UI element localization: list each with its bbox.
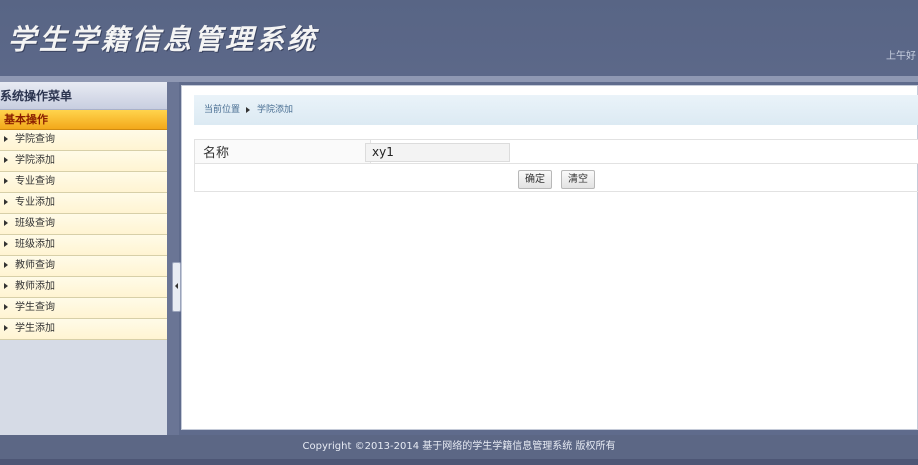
arrow-right-icon <box>4 178 8 184</box>
menu-item-college-add[interactable]: 学院添加 <box>0 151 167 172</box>
name-label: 名称 <box>194 139 371 164</box>
sidebar-splitter <box>167 82 179 435</box>
name-input[interactable] <box>365 142 510 162</box>
menu-item-student-query[interactable]: 学生查询 <box>0 298 167 319</box>
menu-group-basic[interactable]: 基本操作 <box>0 110 167 130</box>
bottom-strip <box>0 459 918 465</box>
college-form: 名称 确定 清空 <box>194 139 918 192</box>
breadcrumb-current: 学院添加 <box>257 105 294 115</box>
footer-copyright: Copyright ©2013-2014 基于网络的学生学籍信息管理系统 版权所… <box>0 435 918 459</box>
chevron-left-icon <box>175 283 178 289</box>
menu-list: 学院查询 学院添加 专业查询 专业添加 班级查询 班级添加 教师查询 教师添加 … <box>0 130 167 340</box>
menu-item-label: 教师添加 <box>15 281 55 292</box>
arrow-right-icon <box>4 157 8 163</box>
arrow-right-icon <box>246 106 251 113</box>
clear-button[interactable]: 清空 <box>561 169 596 189</box>
arrow-right-icon <box>4 241 8 247</box>
greeting-text: 上午好 <box>886 51 916 62</box>
arrow-right-icon <box>4 304 8 310</box>
main-panel: 当前位置 学院添加 名称 确定 清空 <box>181 85 918 430</box>
arrow-right-icon <box>4 325 8 331</box>
arrow-right-icon <box>4 136 8 142</box>
menu-item-label: 学院查询 <box>15 134 55 145</box>
sidebar-title: 系统操作菜单 <box>0 82 167 110</box>
menu-item-teacher-query[interactable]: 教师查询 <box>0 256 167 277</box>
menu-item-class-add[interactable]: 班级添加 <box>0 235 167 256</box>
menu-item-label: 学院添加 <box>15 155 55 166</box>
name-value-cell <box>365 139 918 164</box>
app-title: 学生学籍信息管理系统 <box>8 23 319 56</box>
sidebar: 系统操作菜单 基本操作 学院查询 学院添加 专业查询 专业添加 班级查询 班级添… <box>0 82 167 435</box>
arrow-right-icon <box>4 220 8 226</box>
menu-item-label: 教师查询 <box>15 260 55 271</box>
menu-item-major-add[interactable]: 专业添加 <box>0 193 167 214</box>
menu-item-label: 学生查询 <box>15 302 55 313</box>
app-header: 学生学籍信息管理系统 上午好 <box>0 0 918 76</box>
form-row-actions: 确定 清空 <box>194 163 918 192</box>
form-row-name: 名称 <box>194 139 918 164</box>
menu-item-student-add[interactable]: 学生添加 <box>0 319 167 340</box>
menu-item-label: 专业添加 <box>15 197 55 208</box>
menu-item-label: 专业查询 <box>15 176 55 187</box>
confirm-button[interactable]: 确定 <box>517 169 552 189</box>
menu-item-teacher-add[interactable]: 教师添加 <box>0 277 167 298</box>
arrow-right-icon <box>4 283 8 289</box>
sidebar-collapse-toggle[interactable] <box>172 262 181 312</box>
breadcrumb-prefix: 当前位置 <box>204 105 241 115</box>
menu-item-major-query[interactable]: 专业查询 <box>0 172 167 193</box>
menu-item-label: 学生添加 <box>15 323 55 334</box>
menu-item-label: 班级查询 <box>15 218 55 229</box>
action-cell: 确定 清空 <box>194 163 918 192</box>
arrow-right-icon <box>4 262 8 268</box>
breadcrumb: 当前位置 学院添加 <box>194 95 918 125</box>
menu-item-class-query[interactable]: 班级查询 <box>0 214 167 235</box>
menu-item-college-query[interactable]: 学院查询 <box>0 130 167 151</box>
arrow-right-icon <box>4 199 8 205</box>
menu-item-label: 班级添加 <box>15 239 55 250</box>
